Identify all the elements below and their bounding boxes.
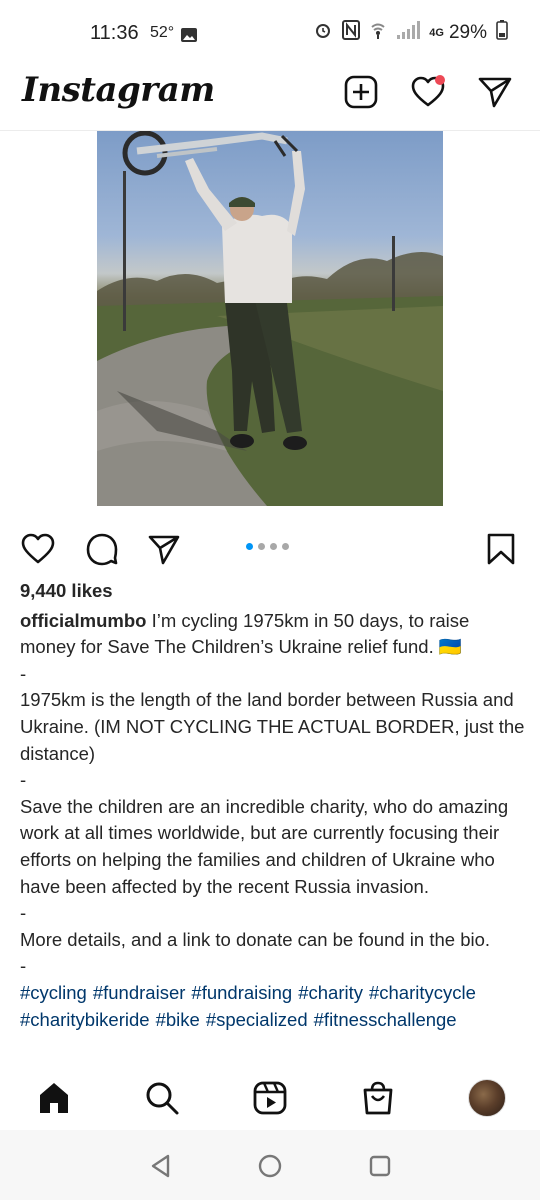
nav-reels[interactable]: [252, 1080, 288, 1116]
post-photo[interactable]: [97, 131, 443, 506]
network-type: 4G: [429, 27, 444, 39]
hashtag-link[interactable]: #charitycycle: [369, 982, 476, 1003]
comment-button[interactable]: [85, 532, 119, 566]
post-caption-area: 9,440 likes officialmumbo I’m cycling 19…: [20, 578, 525, 1033]
carousel-dot: [270, 543, 277, 550]
shop-icon: [363, 1081, 393, 1115]
hashtag-link[interactable]: #bike: [156, 1009, 200, 1030]
save-button[interactable]: [484, 532, 518, 566]
reels-icon: [253, 1081, 287, 1115]
caption-paragraph-3: Save the children are an incredible char…: [20, 795, 509, 897]
back-icon: [151, 1154, 170, 1178]
status-bar: 11:36 52° 4G 29%: [0, 0, 540, 62]
system-back-button[interactable]: [148, 1153, 174, 1179]
signal-icon: [396, 20, 421, 46]
system-home-button[interactable]: [257, 1153, 283, 1179]
caption-separator: -: [20, 769, 27, 791]
system-recents-button[interactable]: [367, 1153, 393, 1179]
status-temperature: 52°: [150, 24, 175, 41]
search-icon: [146, 1082, 179, 1115]
heart-icon: [21, 533, 55, 564]
caption-paragraph-2: 1975km is the length of the land border …: [20, 689, 525, 764]
nav-shop[interactable]: [360, 1080, 396, 1116]
caption-paragraph-4: More details, and a link to donate can b…: [20, 928, 491, 950]
recents-icon: [369, 1155, 391, 1177]
hashtag-link[interactable]: #specialized: [206, 1009, 308, 1030]
share-icon: [148, 535, 180, 565]
home-circle-icon: [258, 1154, 282, 1178]
post-username[interactable]: officialmumbo: [20, 610, 146, 631]
alarm-icon: [313, 20, 333, 46]
bookmark-icon: [487, 533, 515, 565]
instagram-logo[interactable]: Instagram: [22, 70, 215, 110]
profile-avatar[interactable]: [468, 1079, 506, 1117]
hashtag-link[interactable]: #charity: [298, 982, 363, 1003]
app-header: Instagram: [0, 62, 540, 131]
battery-percent: 29%: [448, 22, 487, 43]
gallery-notification-icon: [181, 26, 197, 48]
new-post-button[interactable]: [343, 74, 379, 110]
carousel-dot: [258, 543, 265, 550]
wifi-icon: [369, 20, 387, 46]
caption-separator: -: [20, 902, 27, 924]
like-count[interactable]: 9,440 likes: [20, 578, 525, 605]
caption-separator: -: [20, 662, 27, 684]
nav-home[interactable]: [36, 1080, 72, 1116]
carousel-dot-active: [246, 543, 253, 550]
activity-button[interactable]: [410, 74, 446, 110]
status-time: 11:36: [90, 22, 139, 44]
direct-messages-button[interactable]: [477, 74, 513, 110]
notification-dot: [435, 75, 445, 85]
share-button[interactable]: [147, 532, 181, 566]
instagram-screen: 11:36 52° 4G 29% Instagram 9,440 likes o…: [0, 0, 540, 1200]
carousel-dot: [282, 543, 289, 550]
system-navigation-bar: [0, 1130, 540, 1200]
status-right: 4G 29%: [313, 20, 508, 46]
battery-icon: [496, 20, 508, 46]
caption-separator: -: [20, 955, 27, 977]
new-post-icon: [344, 75, 378, 109]
caption-first-paragraph: officialmumbo I’m cycling 1975km in 50 d…: [20, 608, 525, 661]
hashtag-link[interactable]: #charitybikeride: [20, 1009, 150, 1030]
like-button[interactable]: [21, 532, 55, 566]
bottom-navigation: [0, 1068, 540, 1130]
home-icon: [40, 1083, 68, 1113]
direct-message-icon: [478, 77, 512, 108]
hashtag-link[interactable]: #fitnesschallenge: [314, 1009, 457, 1030]
hashtag-link[interactable]: #cycling: [20, 982, 87, 1003]
hashtag-link[interactable]: #fundraiser: [93, 982, 186, 1003]
comment-icon: [86, 533, 118, 566]
post-action-bar: [0, 528, 540, 568]
hashtag-list: #cycling #fundraiser #fundraising #charity #…: [20, 980, 525, 1033]
carousel-indicator: [246, 543, 289, 550]
hashtag-link[interactable]: #fundraising: [191, 982, 292, 1003]
cyclist-photo-illustration: [97, 131, 443, 506]
nav-search[interactable]: [144, 1080, 180, 1116]
nfc-icon: [342, 20, 361, 46]
